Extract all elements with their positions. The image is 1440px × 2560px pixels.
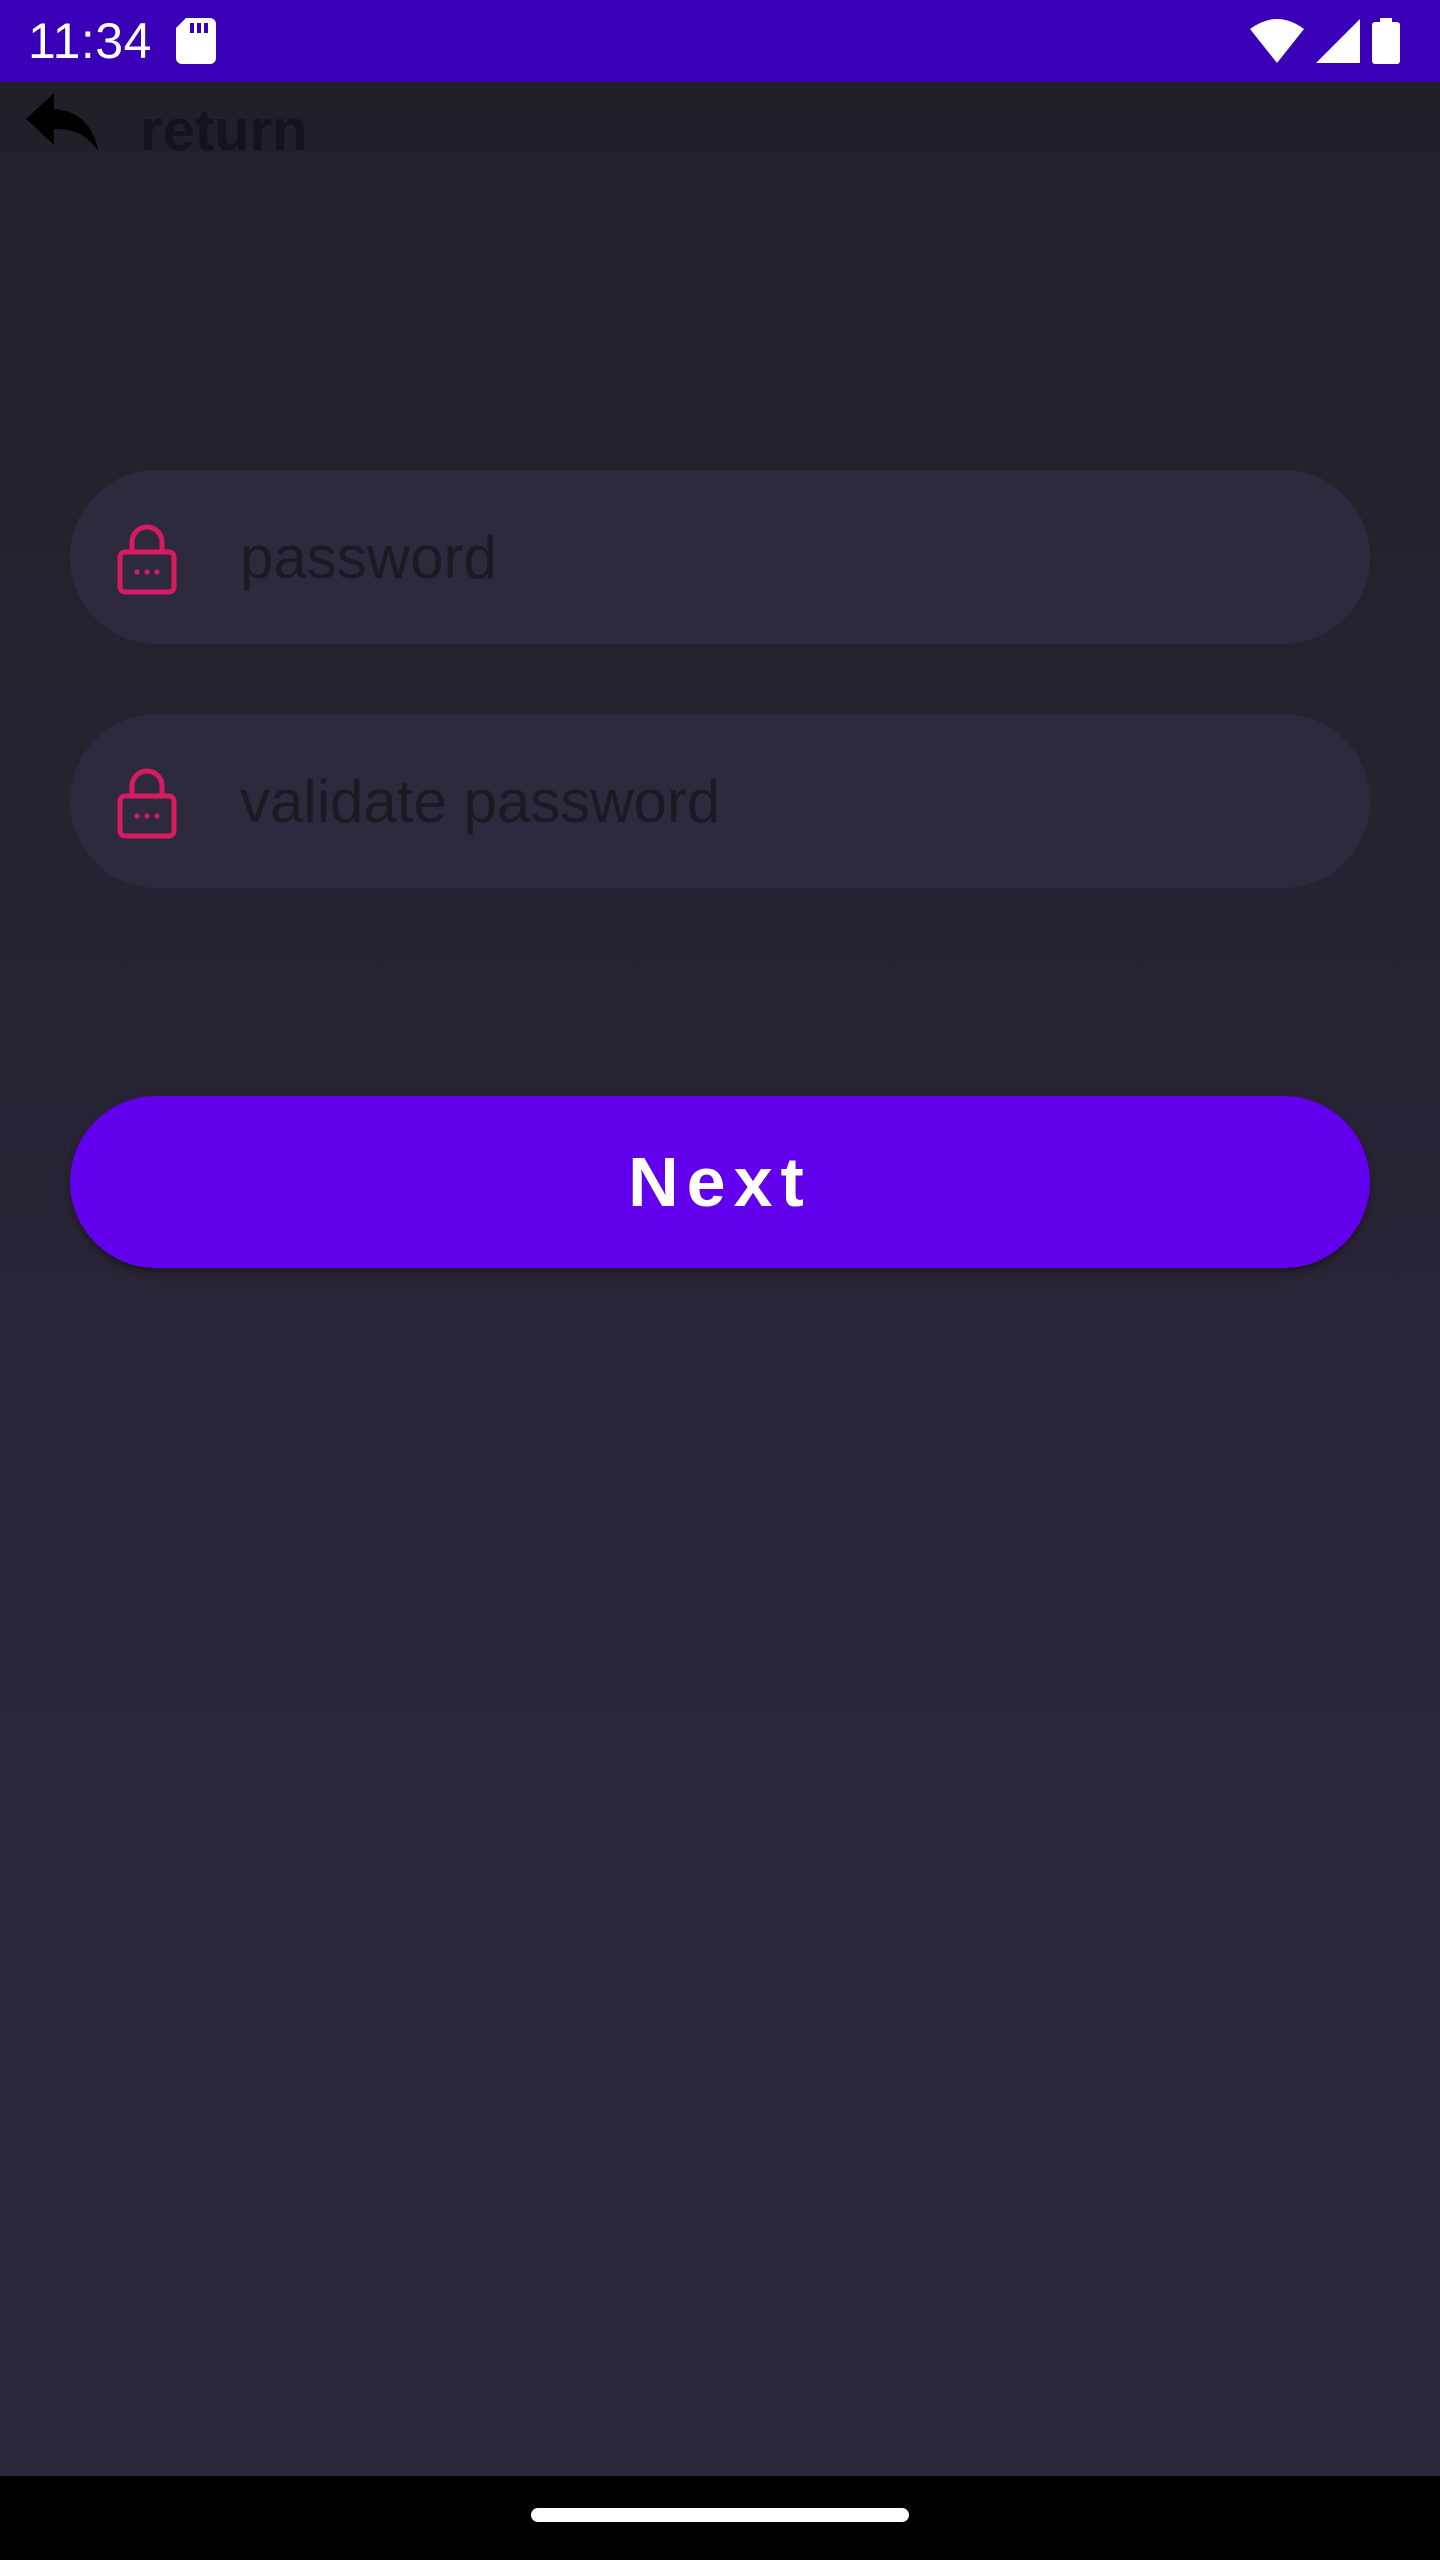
screen: 11:34 return Next [0,0,1440,2560]
home-gesture-handle[interactable] [531,2508,909,2522]
status-bar: 11:34 [0,0,1440,82]
lock-icon [117,524,177,595]
return-label[interactable]: return [140,98,308,164]
validate-password-input[interactable] [240,714,1330,888]
password-field[interactable] [70,470,1370,644]
lock-icon [117,768,177,839]
next-button[interactable]: Next [70,1096,1370,1268]
back-button[interactable] [24,86,100,158]
password-input[interactable] [240,470,1330,644]
top-bar: return [0,82,1440,182]
status-time: 11:34 [28,13,152,69]
wifi-icon [1250,19,1304,63]
validate-password-field[interactable] [70,714,1370,888]
password-screen: return Next [0,82,1440,2476]
sd-card-icon [176,18,216,64]
status-icons [1250,16,1400,66]
cellular-signal-icon [1316,19,1360,63]
reply-arrow-icon [26,93,98,151]
navigation-bar [0,2476,1440,2560]
battery-icon [1372,18,1400,64]
